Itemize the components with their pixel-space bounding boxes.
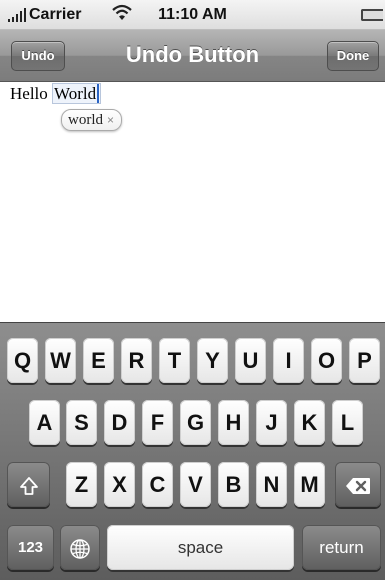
globe-icon [70, 539, 90, 559]
shift-icon [19, 477, 38, 496]
key-x[interactable]: X [104, 462, 135, 507]
key-v[interactable]: V [180, 462, 211, 507]
status-time: 11:10 AM [158, 6, 227, 23]
battery-icon [361, 9, 383, 21]
text-word-hello: Hello [10, 84, 48, 103]
key-i[interactable]: I [273, 338, 304, 383]
key-w[interactable]: W [45, 338, 76, 383]
text-caret [97, 84, 100, 103]
shift-key[interactable] [7, 462, 50, 507]
key-q[interactable]: Q [7, 338, 38, 383]
key-h[interactable]: H [218, 400, 249, 445]
key-o[interactable]: O [311, 338, 342, 383]
key-t[interactable]: T [159, 338, 190, 383]
key-y[interactable]: Y [197, 338, 228, 383]
status-bar: Carrier 11:10 AM [0, 0, 385, 30]
autocorrect-suggestion: world [68, 112, 103, 128]
key-g[interactable]: G [180, 400, 211, 445]
key-z[interactable]: Z [66, 462, 97, 507]
misspelled-word: World [52, 83, 102, 104]
key-s[interactable]: S [66, 400, 97, 445]
key-m[interactable]: M [294, 462, 325, 507]
key-b[interactable]: B [218, 462, 249, 507]
key-f[interactable]: F [142, 400, 173, 445]
autocorrect-bubble[interactable]: world × [61, 109, 123, 131]
done-button[interactable]: Done [327, 41, 379, 71]
key-e[interactable]: E [83, 338, 114, 383]
key-r[interactable]: R [121, 338, 152, 383]
key-n[interactable]: N [256, 462, 287, 507]
key-l[interactable]: L [332, 400, 363, 445]
return-key[interactable]: return [302, 525, 381, 570]
space-key[interactable]: space [107, 525, 294, 570]
navigation-bar: Undo Undo Button Done [0, 30, 385, 82]
text-view[interactable]: Hello World world × [0, 82, 385, 322]
keyboard: Q W E R T Y U I O P A S D F G H J K L Z … [0, 322, 385, 580]
key-d[interactable]: D [104, 400, 135, 445]
key-p[interactable]: P [349, 338, 380, 383]
dismiss-suggestion-icon[interactable]: × [107, 113, 114, 127]
key-j[interactable]: J [256, 400, 287, 445]
key-u[interactable]: U [235, 338, 266, 383]
iphone-screen: Carrier 11:10 AM Undo Undo Button Done H… [0, 0, 385, 580]
key-k[interactable]: K [294, 400, 325, 445]
key-a[interactable]: A [29, 400, 60, 445]
globe-key[interactable] [60, 525, 100, 570]
text-content: Hello World [10, 83, 102, 104]
delete-icon [346, 478, 370, 495]
key-c[interactable]: C [142, 462, 173, 507]
numbers-key[interactable]: 123 [7, 525, 54, 570]
delete-key[interactable] [335, 462, 381, 507]
